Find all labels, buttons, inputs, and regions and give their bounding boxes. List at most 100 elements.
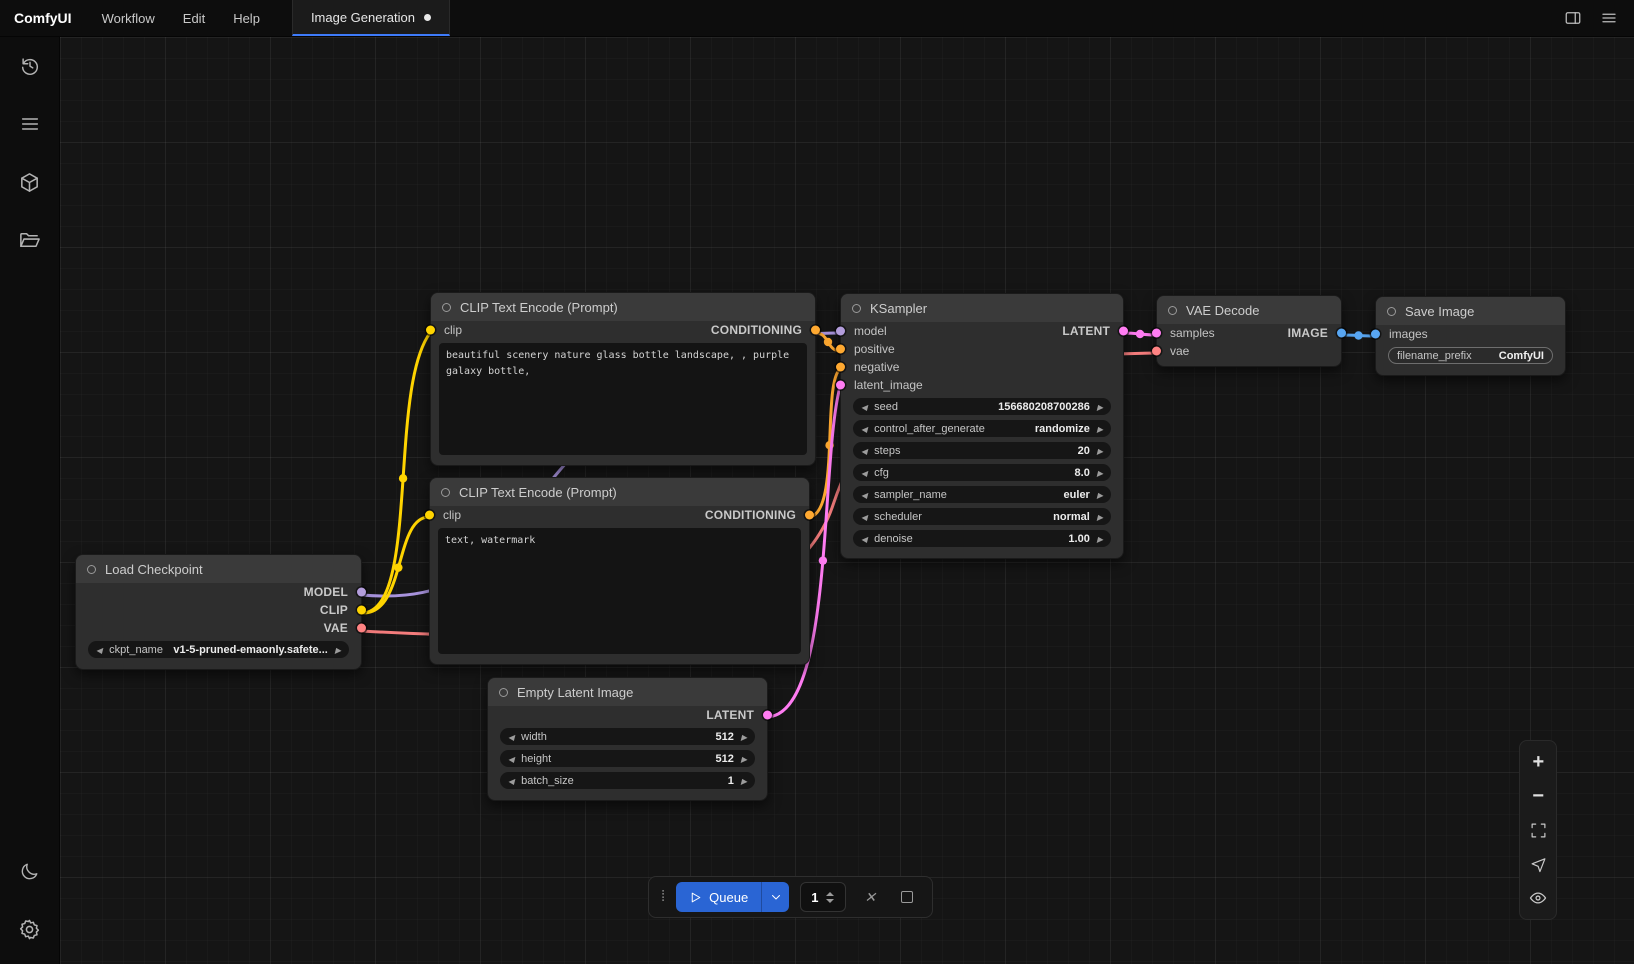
- decrement-arrow-icon[interactable]: [861, 533, 867, 545]
- sidebar-item-model-library[interactable]: [0, 153, 60, 211]
- increment-arrow-icon[interactable]: [1097, 467, 1103, 479]
- decrement-arrow-icon[interactable]: [508, 731, 514, 743]
- widget-width[interactable]: width 512: [500, 728, 755, 745]
- node-clip-text-encode-positive[interactable]: CLIP Text Encode (Prompt) clip CONDITION…: [430, 292, 816, 466]
- collapse-dot-icon[interactable]: [1387, 307, 1396, 316]
- collapse-dot-icon[interactable]: [87, 565, 96, 574]
- settings-button[interactable]: [0, 900, 60, 958]
- vae-slot-dot[interactable]: [357, 624, 366, 633]
- clip-slot-dot[interactable]: [426, 326, 435, 335]
- widget-denoise[interactable]: denoise 1.00: [853, 530, 1111, 547]
- drag-handle-icon[interactable]: [661, 888, 665, 906]
- node-header[interactable]: KSampler: [841, 294, 1123, 322]
- prompt-textarea[interactable]: text, watermark: [438, 528, 801, 654]
- node-vae-decode[interactable]: VAE Decode samples IMAGE vae: [1156, 295, 1342, 367]
- node-header[interactable]: Load Checkpoint: [76, 555, 361, 583]
- widget-batch-size[interactable]: batch_size 1: [500, 772, 755, 789]
- conditioning-slot-dot[interactable]: [805, 511, 814, 520]
- node-empty-latent-image[interactable]: Empty Latent Image LATENT width 512 heig…: [487, 677, 768, 801]
- increment-arrow-icon[interactable]: [1097, 511, 1103, 523]
- widget-filename-prefix[interactable]: filename_prefix ComfyUI: [1388, 347, 1553, 364]
- decrement-icon[interactable]: [826, 899, 834, 903]
- widget-seed[interactable]: seed 156680208700286: [853, 398, 1111, 415]
- node-header[interactable]: Empty Latent Image: [488, 678, 767, 706]
- increment-arrow-icon[interactable]: [741, 775, 747, 787]
- increment-arrow-icon[interactable]: [1097, 533, 1103, 545]
- widget-scheduler[interactable]: scheduler normal: [853, 508, 1111, 525]
- latent-slot-dot[interactable]: [763, 711, 772, 720]
- decrement-arrow-icon[interactable]: [861, 445, 867, 457]
- collapse-dot-icon[interactable]: [852, 304, 861, 313]
- increment-arrow-icon[interactable]: [1097, 423, 1103, 435]
- latent-slot-dot[interactable]: [836, 381, 845, 390]
- decrement-arrow-icon[interactable]: [508, 753, 514, 765]
- decrement-arrow-icon[interactable]: [861, 401, 867, 413]
- decrement-arrow-icon[interactable]: [861, 489, 867, 501]
- collapse-dot-icon[interactable]: [441, 488, 450, 497]
- node-header[interactable]: Save Image: [1376, 297, 1565, 325]
- decrement-arrow-icon[interactable]: [861, 423, 867, 435]
- batch-count-stepper[interactable]: 1: [800, 882, 846, 912]
- main-menu-button[interactable]: [1594, 5, 1624, 31]
- collapse-dot-icon[interactable]: [1168, 306, 1177, 315]
- sidebar-item-history[interactable]: [0, 37, 60, 95]
- sidebar-item-workflows[interactable]: [0, 211, 60, 269]
- node-header[interactable]: CLIP Text Encode (Prompt): [431, 293, 815, 321]
- node-header[interactable]: VAE Decode: [1157, 296, 1341, 324]
- increment-icon[interactable]: [826, 892, 834, 896]
- select-mode-button[interactable]: [1521, 847, 1555, 881]
- widget-control-after-generate[interactable]: control_after_generate randomize: [853, 420, 1111, 437]
- model-slot-dot[interactable]: [357, 588, 366, 597]
- menu-edit[interactable]: Edit: [169, 0, 219, 36]
- increment-arrow-icon[interactable]: [1097, 401, 1103, 413]
- menu-workflow[interactable]: Workflow: [88, 0, 169, 36]
- zoom-in-button[interactable]: [1521, 745, 1555, 779]
- prompt-textarea[interactable]: beautiful scenery nature glass bottle la…: [439, 343, 807, 455]
- vae-slot-dot[interactable]: [1152, 347, 1161, 356]
- increment-arrow-icon[interactable]: [1097, 489, 1103, 501]
- widget-cfg[interactable]: cfg 8.0: [853, 464, 1111, 481]
- toggle-panel-button[interactable]: [1558, 5, 1588, 31]
- menu-help[interactable]: Help: [219, 0, 274, 36]
- decrement-arrow-icon[interactable]: [861, 511, 867, 523]
- widget-ckpt-name[interactable]: ckpt_name v1-5-pruned-emaonly.safete...: [88, 641, 349, 658]
- clip-slot-dot[interactable]: [357, 606, 366, 615]
- increment-arrow-icon[interactable]: [335, 644, 341, 656]
- clip-slot-dot[interactable]: [425, 511, 434, 520]
- theme-toggle-button[interactable]: [0, 842, 60, 900]
- node-clip-text-encode-negative[interactable]: CLIP Text Encode (Prompt) clip CONDITION…: [429, 477, 810, 665]
- node-header[interactable]: CLIP Text Encode (Prompt): [430, 478, 809, 506]
- stop-button[interactable]: [894, 884, 920, 910]
- node-load-checkpoint[interactable]: Load Checkpoint MODEL CLIP VAE ckpt_name…: [75, 554, 362, 670]
- collapse-dot-icon[interactable]: [499, 688, 508, 697]
- widget-steps[interactable]: steps 20: [853, 442, 1111, 459]
- widget-sampler-name[interactable]: sampler_name euler: [853, 486, 1111, 503]
- decrement-arrow-icon[interactable]: [508, 775, 514, 787]
- decrement-arrow-icon[interactable]: [96, 644, 102, 656]
- sidebar-item-queue[interactable]: [0, 95, 60, 153]
- node-ksampler[interactable]: KSampler model LATENT positive negative …: [840, 293, 1124, 559]
- increment-arrow-icon[interactable]: [741, 731, 747, 743]
- image-slot-dot[interactable]: [1371, 330, 1380, 339]
- model-slot-dot[interactable]: [836, 327, 845, 336]
- zoom-out-button[interactable]: [1521, 779, 1555, 813]
- app-logo[interactable]: ComfyUI: [0, 0, 88, 36]
- widget-height[interactable]: height 512: [500, 750, 755, 767]
- clear-queue-button[interactable]: [857, 884, 883, 910]
- decrement-arrow-icon[interactable]: [861, 467, 867, 479]
- increment-arrow-icon[interactable]: [1097, 445, 1103, 457]
- latent-slot-dot[interactable]: [1152, 329, 1161, 338]
- queue-button[interactable]: Queue: [676, 882, 761, 912]
- conditioning-slot-dot[interactable]: [811, 326, 820, 335]
- latent-slot-dot[interactable]: [1119, 327, 1128, 336]
- collapse-dot-icon[interactable]: [442, 303, 451, 312]
- fit-view-button[interactable]: [1521, 813, 1555, 847]
- queue-options-dropdown[interactable]: [761, 882, 789, 912]
- tab-image-generation[interactable]: Image Generation: [292, 0, 450, 36]
- node-save-image[interactable]: Save Image images filename_prefix ComfyU…: [1375, 296, 1566, 376]
- image-slot-dot[interactable]: [1337, 329, 1346, 338]
- conditioning-slot-dot[interactable]: [836, 363, 845, 372]
- increment-arrow-icon[interactable]: [741, 753, 747, 765]
- conditioning-slot-dot[interactable]: [836, 345, 845, 354]
- toggle-links-visibility-button[interactable]: [1521, 881, 1555, 915]
